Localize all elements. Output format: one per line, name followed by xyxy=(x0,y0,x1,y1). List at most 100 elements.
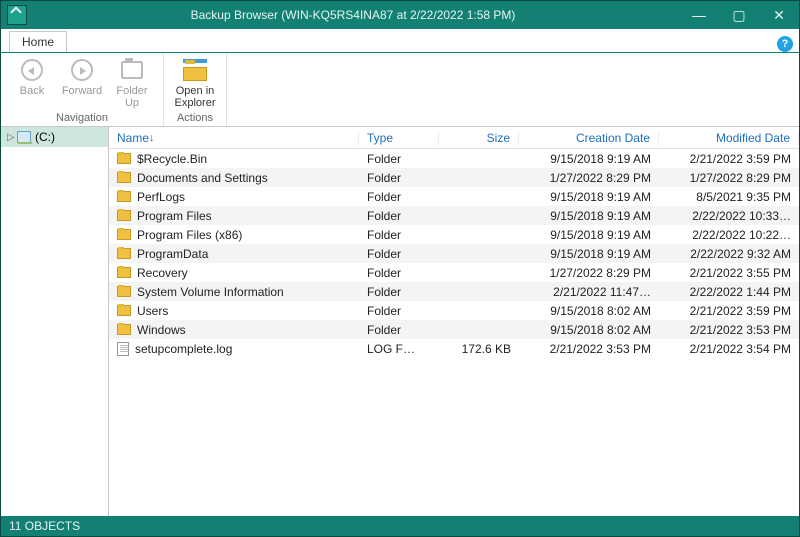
cell-mdate: 2/22/2022 1:44 PM xyxy=(659,285,799,299)
folder-icon xyxy=(117,286,131,297)
cell-cdate: 1/27/2022 8:29 PM xyxy=(519,171,659,185)
file-rows: $Recycle.BinFolder9/15/2018 9:19 AM2/21/… xyxy=(109,149,799,516)
table-row[interactable]: WindowsFolder 9/15/2018 8:02 AM2/21/2022 … xyxy=(109,320,799,339)
table-row[interactable]: UsersFolder 9/15/2018 8:02 AM2/21/2022 3:… xyxy=(109,301,799,320)
cell-mdate: 2/22/2022 9:32 AM xyxy=(659,247,799,261)
cell-type: Folder xyxy=(359,228,439,242)
ribbon-group-label: Actions xyxy=(177,110,213,126)
folder-icon xyxy=(117,248,131,259)
cell-mdate: 8/5/2021 9:35 PM xyxy=(659,190,799,204)
ribbon-group-label: Navigation xyxy=(56,110,108,126)
cell-type: Folder xyxy=(359,152,439,166)
tab-home[interactable]: Home xyxy=(9,31,67,52)
help-icon[interactable]: ? xyxy=(777,36,793,52)
ribbon-tabs: Home ? xyxy=(1,29,799,53)
cell-cdate: 9/15/2018 9:19 AM xyxy=(519,152,659,166)
table-row[interactable]: Program Files (x86)Folder9/15/2018 9:19 … xyxy=(109,225,799,244)
cell-mdate: 2/21/2022 3:55 PM xyxy=(659,266,799,280)
folder-up-icon xyxy=(121,61,143,79)
explorer-icon xyxy=(183,59,207,81)
tree-node-label: (C:) xyxy=(35,130,55,144)
cell-type: LOG F… xyxy=(359,342,439,356)
folder-up-button[interactable]: Folder Up xyxy=(107,57,157,109)
cell-name: Recovery xyxy=(109,266,359,280)
cell-type: Folder xyxy=(359,285,439,299)
folder-icon xyxy=(117,229,131,240)
cell-size: 172.6 KB xyxy=(439,342,519,356)
backup-browser-window: Backup Browser (WIN-KQ5RS4INA87 at 2/22/… xyxy=(0,0,800,537)
disk-icon xyxy=(17,131,31,143)
column-headers: Name Type Size Creation Date Modified Da… xyxy=(109,127,799,149)
file-list: Name Type Size Creation Date Modified Da… xyxy=(109,127,799,516)
folder-icon xyxy=(117,267,131,278)
status-bar: 11 OBJECTS xyxy=(1,516,799,536)
cell-type: Folder xyxy=(359,171,439,185)
table-row[interactable]: setupcomplete.logLOG F…172.6 KB2/21/2022… xyxy=(109,339,799,358)
table-row[interactable]: ProgramDataFolder 9/15/2018 9:19 AM2/22/2… xyxy=(109,244,799,263)
table-row[interactable]: Program FilesFolder9/15/2018 9:19 AM2/22… xyxy=(109,206,799,225)
table-row[interactable]: Documents and SettingsFolder 1/27/2022 8:… xyxy=(109,168,799,187)
content-body: ▷ (C:) Name Type Size Creation Date Modi… xyxy=(1,127,799,516)
window-title: Backup Browser (WIN-KQ5RS4INA87 at 2/22/… xyxy=(27,8,679,22)
ribbon: Back Forward Folder Up Navigation xyxy=(1,53,799,127)
cell-cdate: 9/15/2018 9:19 AM xyxy=(519,209,659,223)
folder-icon xyxy=(117,210,131,221)
folder-icon xyxy=(117,305,131,316)
close-button[interactable]: ✕ xyxy=(759,1,799,29)
table-row[interactable]: PerfLogsFolder 9/15/2018 9:19 AM8/5/2021 … xyxy=(109,187,799,206)
cell-type: Folder xyxy=(359,190,439,204)
column-modified-date[interactable]: Modified Date xyxy=(659,131,799,145)
cell-name: ProgramData xyxy=(109,247,359,261)
open-in-explorer-button[interactable]: Open in Explorer xyxy=(170,57,220,109)
ribbon-group-actions: Open in Explorer Actions xyxy=(164,53,227,126)
table-row[interactable]: System Volume InformationFolder 2/21/2022… xyxy=(109,282,799,301)
cell-name: Users xyxy=(109,304,359,318)
cell-name: Windows xyxy=(109,323,359,337)
cell-cdate: 2/21/2022 11:47… xyxy=(519,285,659,299)
cell-type: Folder xyxy=(359,209,439,223)
cell-cdate: 1/27/2022 8:29 PM xyxy=(519,266,659,280)
cell-name: Documents and Settings xyxy=(109,171,359,185)
cell-cdate: 9/15/2018 9:19 AM xyxy=(519,190,659,204)
column-name[interactable]: Name xyxy=(109,131,359,145)
cell-mdate: 2/21/2022 3:54 PM xyxy=(659,342,799,356)
column-type[interactable]: Type xyxy=(359,131,439,145)
table-row[interactable]: $Recycle.BinFolder 9/15/2018 9:19 AM2/21/… xyxy=(109,149,799,168)
cell-cdate: 9/15/2018 8:02 AM xyxy=(519,304,659,318)
folder-icon xyxy=(117,191,131,202)
minimize-button[interactable]: — xyxy=(679,1,719,29)
cell-mdate: 2/21/2022 3:59 PM xyxy=(659,304,799,318)
cell-mdate: 2/21/2022 3:53 PM xyxy=(659,323,799,337)
cell-name: setupcomplete.log xyxy=(109,342,359,356)
app-icon xyxy=(7,5,27,25)
folder-icon xyxy=(117,324,131,335)
cell-type: Folder xyxy=(359,247,439,261)
forward-button[interactable]: Forward xyxy=(57,57,107,97)
cell-type: Folder xyxy=(359,323,439,337)
cell-mdate: 2/22/2022 10:22… xyxy=(659,228,799,242)
cell-type: Folder xyxy=(359,304,439,318)
cell-name: Program Files (x86) xyxy=(109,228,359,242)
back-arrow-icon xyxy=(21,59,43,81)
maximize-button[interactable]: ▢ xyxy=(719,1,759,29)
cell-cdate: 9/15/2018 8:02 AM xyxy=(519,323,659,337)
cell-cdate: 2/21/2022 3:53 PM xyxy=(519,342,659,356)
expand-icon[interactable]: ▷ xyxy=(7,132,17,143)
folder-tree[interactable]: ▷ (C:) xyxy=(1,127,109,516)
cell-type: Folder xyxy=(359,266,439,280)
cell-name: $Recycle.Bin xyxy=(109,152,359,166)
cell-mdate: 1/27/2022 8:29 PM xyxy=(659,171,799,185)
titlebar[interactable]: Backup Browser (WIN-KQ5RS4INA87 at 2/22/… xyxy=(1,1,799,29)
tree-node-c-drive[interactable]: ▷ (C:) xyxy=(1,127,108,147)
cell-name: PerfLogs xyxy=(109,190,359,204)
cell-mdate: 2/22/2022 10:33… xyxy=(659,209,799,223)
table-row[interactable]: RecoveryFolder 1/27/2022 8:29 PM2/21/2022… xyxy=(109,263,799,282)
folder-icon xyxy=(117,172,131,183)
back-button[interactable]: Back xyxy=(7,57,57,97)
column-creation-date[interactable]: Creation Date xyxy=(519,131,659,145)
status-text: 11 OBJECTS xyxy=(9,519,80,533)
column-size[interactable]: Size xyxy=(439,131,519,145)
cell-mdate: 2/21/2022 3:59 PM xyxy=(659,152,799,166)
cell-cdate: 9/15/2018 9:19 AM xyxy=(519,247,659,261)
cell-name: System Volume Information xyxy=(109,285,359,299)
